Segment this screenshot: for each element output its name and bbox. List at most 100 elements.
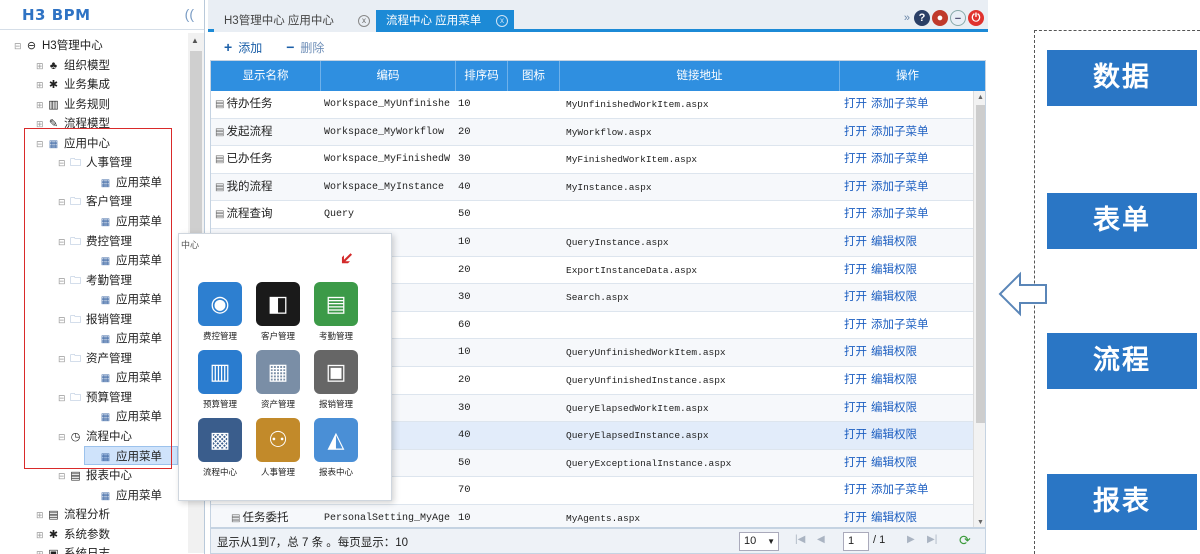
column-header-code[interactable]: 编码: [321, 61, 456, 91]
edit-permission-link[interactable]: 编辑权限: [871, 236, 917, 248]
next-page-icon[interactable]: ▶: [907, 534, 915, 545]
app-tile[interactable]: ◧ 客户管理: [249, 282, 307, 342]
tree-item[interactable]: ⊞▣系统日志: [36, 545, 110, 554]
scroll-down-arrow-icon[interactable]: ▼: [977, 519, 984, 526]
app-tile[interactable]: ◭ 报表中心: [307, 418, 365, 478]
delete-button[interactable]: − 删除: [286, 39, 324, 56]
add-submenu-link[interactable]: 添加子菜单: [871, 153, 929, 165]
minimize-icon[interactable]: −: [950, 10, 966, 26]
page-size-select[interactable]: 10 ▼: [739, 532, 779, 551]
app-tile[interactable]: ▥ 预算管理: [191, 350, 249, 410]
app-tile[interactable]: ▣ 报销管理: [307, 350, 365, 410]
tree-item[interactable]: ⊞ ♣ 组织模型: [36, 57, 110, 76]
open-link[interactable]: 打开: [844, 153, 867, 165]
more-tabs-icon[interactable]: »: [904, 12, 910, 24]
expand-icon[interactable]: ⊞: [36, 76, 46, 95]
prev-page-icon[interactable]: ◀: [817, 534, 825, 545]
collapse-icon[interactable]: ⊟: [58, 467, 68, 486]
tree-item[interactable]: ⊞ ✱ 业务集成: [36, 76, 110, 95]
column-header-link[interactable]: 链接地址: [560, 61, 840, 91]
expand-icon[interactable]: ⊞: [36, 545, 46, 554]
open-link[interactable]: 打开: [844, 319, 867, 331]
expand-icon[interactable]: ⊞: [36, 57, 46, 76]
add-submenu-link[interactable]: 添加子菜单: [871, 126, 929, 138]
app-tile[interactable]: ◉ 费控管理: [191, 282, 249, 342]
edit-permission-link[interactable]: 编辑权限: [871, 264, 917, 276]
open-link[interactable]: 打开: [844, 236, 867, 248]
table-row[interactable]: ▤ 任务委托 PersonalSetting_MyAge 10 MyAgents.asp…: [211, 505, 973, 527]
tree-item[interactable]: ▦ 应用菜单: [88, 487, 162, 506]
column-header-actions[interactable]: 操作: [840, 61, 975, 91]
app-tile[interactable]: ▩ 流程中心: [191, 418, 249, 478]
open-link[interactable]: 打开: [844, 484, 867, 496]
expand-icon[interactable]: ⊞: [36, 96, 46, 115]
open-link[interactable]: 打开: [844, 126, 867, 138]
help-icon[interactable]: ?: [914, 10, 930, 26]
edit-permission-link[interactable]: 编辑权限: [871, 346, 917, 358]
expand-icon[interactable]: ⊞: [36, 526, 46, 545]
edit-permission-link[interactable]: 编辑权限: [871, 402, 917, 414]
document-icon: ▤: [215, 209, 225, 221]
app-tile[interactable]: ⚇ 人事管理: [249, 418, 307, 478]
app-tile[interactable]: ▤ 考勤管理: [307, 282, 365, 342]
cell-name: ▤ 已办任务: [215, 146, 320, 173]
edit-permission-link[interactable]: 编辑权限: [871, 291, 917, 303]
grid-scrollbar-thumb[interactable]: [976, 105, 985, 423]
last-page-icon[interactable]: ▶|: [927, 534, 937, 545]
edit-permission-link[interactable]: 编辑权限: [871, 512, 917, 524]
page-number-input[interactable]: 1: [843, 532, 869, 551]
tree-item[interactable]: ⊞ ✱ 系统参数: [36, 526, 110, 545]
close-icon[interactable]: x: [496, 15, 508, 27]
tree-item-label: H3管理中心: [42, 40, 103, 52]
tree-item[interactable]: ⊟ ▤ 报表中心: [58, 467, 132, 486]
collapse-icon[interactable]: ⊟: [14, 37, 24, 56]
grid-scrollbar[interactable]: ▲ ▼: [973, 91, 985, 527]
close-icon[interactable]: x: [358, 15, 370, 27]
open-link[interactable]: 打开: [844, 264, 867, 276]
cell-name-text: 待办任务: [226, 98, 273, 110]
add-submenu-link[interactable]: 添加子菜单: [871, 484, 929, 496]
open-link[interactable]: 打开: [844, 291, 867, 303]
scroll-up-arrow-icon[interactable]: ▲: [191, 36, 199, 45]
tab-app-center[interactable]: H3管理中心 应用中心 x: [214, 10, 376, 32]
scroll-up-arrow-icon[interactable]: ▲: [977, 94, 984, 101]
table-row[interactable]: ▤ 发起流程 Workspace_MyWorkflow 20 MyWorkflow.as…: [211, 118, 973, 147]
open-link[interactable]: 打开: [844, 512, 867, 524]
tree-item[interactable]: ⊞ ▥ 业务规则: [36, 96, 110, 115]
open-link[interactable]: 打开: [844, 208, 867, 220]
cell-link: QueryUnfinishedInstance.aspx: [566, 367, 836, 394]
table-row[interactable]: ▤ 待办任务 Workspace_MyUnfinishe 10 MyUnfinished…: [211, 91, 973, 119]
column-header-order[interactable]: 排序码: [456, 61, 508, 91]
open-link[interactable]: 打开: [844, 429, 867, 441]
open-link[interactable]: 打开: [844, 98, 867, 110]
open-link[interactable]: 打开: [844, 181, 867, 193]
column-header-name[interactable]: 显示名称: [211, 61, 321, 91]
add-submenu-link[interactable]: 添加子菜单: [871, 181, 929, 193]
tree-item[interactable]: ⊞ ▤ 流程分析: [36, 506, 110, 525]
first-page-icon[interactable]: |◀: [795, 534, 805, 545]
app-tile[interactable]: ▦ 资产管理: [249, 350, 307, 410]
tree-item[interactable]: ⊟ ⊖ H3管理中心: [14, 37, 103, 56]
add-submenu-link[interactable]: 添加子菜单: [871, 319, 929, 331]
edit-permission-link[interactable]: 编辑权限: [871, 457, 917, 469]
open-link[interactable]: 打开: [844, 346, 867, 358]
open-link[interactable]: 打开: [844, 402, 867, 414]
open-link[interactable]: 打开: [844, 374, 867, 386]
power-icon[interactable]: ⏻: [968, 10, 984, 26]
table-row[interactable]: ▤ 已办任务 Workspace_MyFinishedW 30 MyFinishedWo…: [211, 146, 973, 174]
expand-icon[interactable]: ⊞: [36, 506, 46, 525]
refresh-icon[interactable]: ⟳: [959, 532, 971, 549]
edit-permission-link[interactable]: 编辑权限: [871, 429, 917, 441]
collapse-sidebar-button[interactable]: ((: [185, 6, 194, 22]
open-link[interactable]: 打开: [844, 457, 867, 469]
add-submenu-link[interactable]: 添加子菜单: [871, 208, 929, 220]
user-icon[interactable]: ●: [932, 10, 948, 26]
tab-process-center-menu[interactable]: 流程中心 应用菜单 x: [376, 10, 514, 32]
add-submenu-link[interactable]: 添加子菜单: [871, 98, 929, 110]
column-header-icon[interactable]: 图标: [508, 61, 560, 91]
table-row[interactable]: ▤ 我的流程 Workspace_MyInstance 40 MyInstance.as…: [211, 173, 973, 202]
add-button[interactable]: + 添加: [224, 39, 262, 56]
delete-label: 删除: [300, 40, 325, 55]
edit-permission-link[interactable]: 编辑权限: [871, 374, 917, 386]
table-row[interactable]: ▤ 流程查询 Query 50 打开 添加子菜单: [211, 201, 973, 229]
